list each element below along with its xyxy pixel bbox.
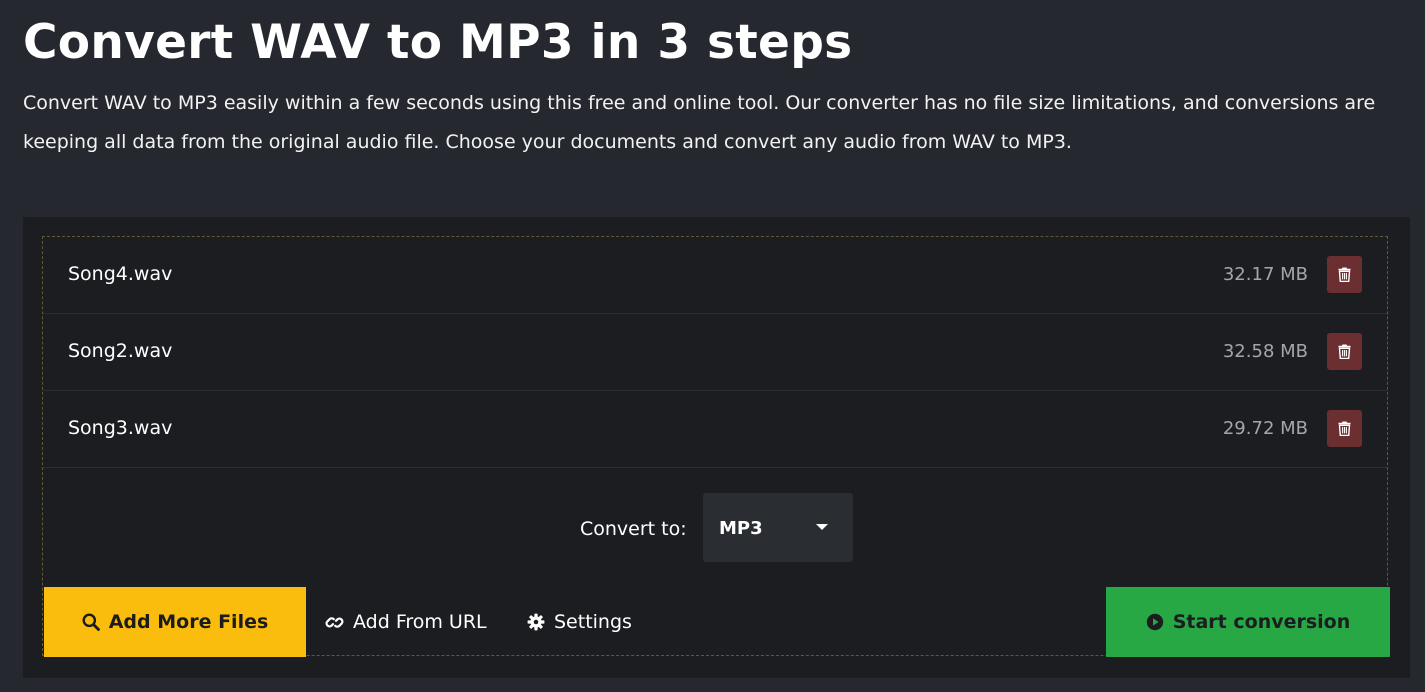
convert-to-label: Convert to: bbox=[580, 518, 687, 540]
file-name: Song2.wav bbox=[68, 340, 173, 362]
add-from-url-label: Add From URL bbox=[353, 611, 487, 633]
trash-icon bbox=[1338, 421, 1351, 436]
file-name: Song4.wav bbox=[68, 263, 173, 285]
file-row: Song4.wav 32.17 MB bbox=[43, 237, 1387, 314]
delete-file-button[interactable] bbox=[1327, 410, 1362, 447]
file-size: 32.58 MB bbox=[1222, 341, 1308, 362]
add-from-url-button[interactable]: Add From URL bbox=[325, 587, 487, 657]
delete-file-button[interactable] bbox=[1327, 256, 1362, 293]
convert-format-row: Convert to: MP3 bbox=[43, 493, 1387, 562]
file-row: Song2.wav 32.58 MB bbox=[43, 314, 1387, 391]
converter-page: Convert WAV to MP3 in 3 steps Convert WA… bbox=[0, 0, 1425, 692]
trash-icon bbox=[1338, 344, 1351, 359]
start-conversion-button[interactable]: Start conversion bbox=[1106, 587, 1390, 657]
page-title: Convert WAV to MP3 in 3 steps bbox=[23, 15, 853, 70]
delete-file-button[interactable] bbox=[1327, 333, 1362, 370]
file-row: Song3.wav 29.72 MB bbox=[43, 391, 1387, 468]
gear-icon bbox=[527, 613, 545, 631]
link-icon bbox=[325, 613, 344, 632]
converter-panel: Song4.wav 32.17 MB Song2.wav 32.58 MB So… bbox=[23, 217, 1410, 678]
settings-button[interactable]: Settings bbox=[527, 587, 632, 657]
search-icon bbox=[82, 613, 100, 631]
trash-icon bbox=[1338, 267, 1351, 282]
add-more-files-button[interactable]: Add More Files bbox=[44, 587, 306, 657]
start-conversion-label: Start conversion bbox=[1172, 611, 1351, 633]
format-select[interactable]: MP3 bbox=[703, 493, 853, 562]
caret-down-icon bbox=[816, 524, 828, 530]
file-size: 32.17 MB bbox=[1222, 264, 1308, 285]
play-circle-icon bbox=[1146, 613, 1164, 631]
file-name: Song3.wav bbox=[68, 417, 173, 439]
action-bar: Add More Files Add From URL Settings Sta… bbox=[43, 587, 1390, 657]
page-intro: Convert WAV to MP3 easily within a few s… bbox=[23, 92, 1376, 153]
format-select-value: MP3 bbox=[719, 518, 763, 539]
settings-label: Settings bbox=[554, 611, 632, 633]
add-more-files-label: Add More Files bbox=[108, 611, 269, 633]
file-size: 29.72 MB bbox=[1222, 418, 1308, 439]
file-dropzone[interactable]: Song4.wav 32.17 MB Song2.wav 32.58 MB So… bbox=[42, 236, 1390, 657]
